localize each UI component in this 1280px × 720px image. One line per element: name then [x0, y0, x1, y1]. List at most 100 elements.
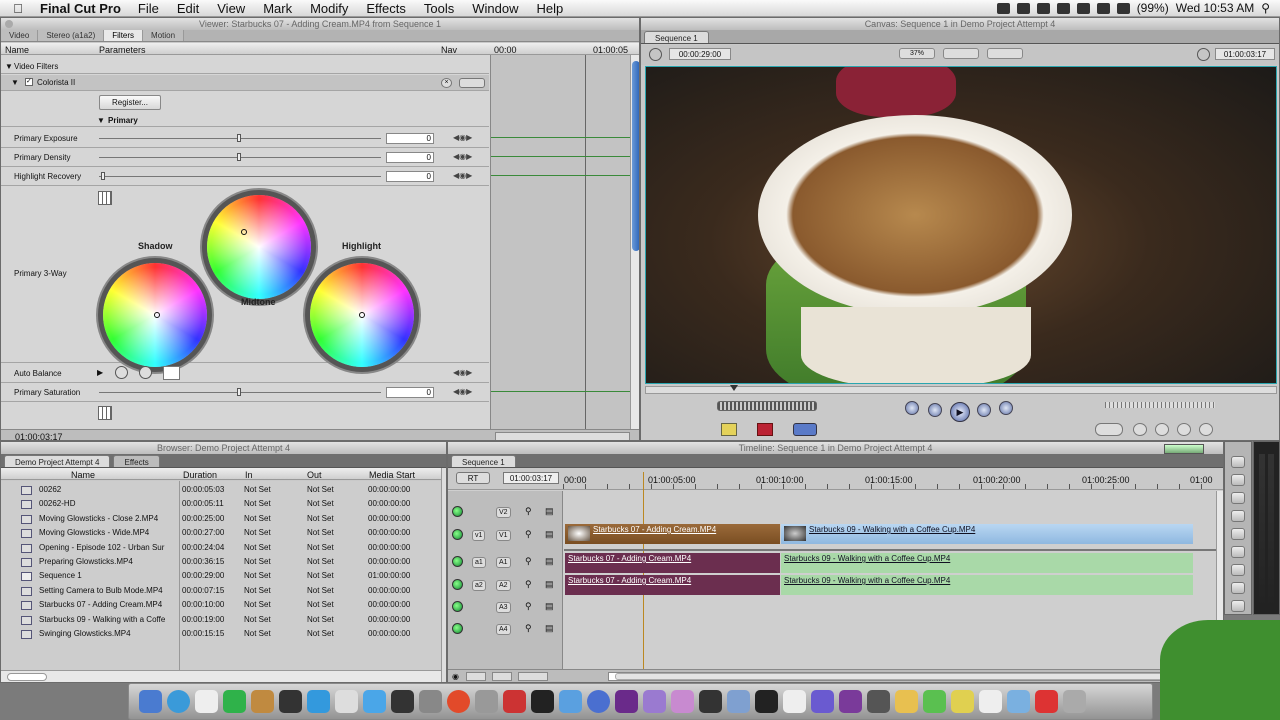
photo-icon[interactable]	[475, 690, 498, 713]
camera-icon[interactable]	[279, 690, 302, 713]
play-icon[interactable]: ▶	[950, 402, 970, 422]
track-selection-tool-icon[interactable]	[1231, 492, 1245, 504]
keyframe-nav-icon[interactable]: ◀◉▶	[453, 171, 477, 182]
keyframe-nav-icon[interactable]: ◀◉▶	[453, 152, 477, 163]
document-icon[interactable]	[979, 690, 1002, 713]
download-icon[interactable]	[223, 690, 246, 713]
tab-video[interactable]: Video	[1, 30, 39, 41]
tab-project[interactable]: Demo Project Attempt 4	[4, 455, 111, 467]
menu-effects[interactable]: Tools	[415, 1, 463, 16]
shadow-color-wheel[interactable]	[103, 263, 207, 367]
final-cut-pro-icon[interactable]	[755, 690, 778, 713]
timeline-hscroll[interactable]	[608, 672, 1208, 681]
highlight-recovery-value-field[interactable]: 0	[386, 171, 434, 182]
compressor-icon[interactable]	[531, 690, 554, 713]
downloads-folder-icon[interactable]	[1007, 690, 1030, 713]
safari-icon[interactable]	[167, 690, 190, 713]
pen-tool-icon[interactable]	[1231, 600, 1245, 612]
ruler-ticks[interactable]	[563, 484, 1213, 489]
finder-icon[interactable]	[139, 690, 162, 713]
list-item[interactable]: Starbucks 09 - Walking with a Coffe 00:00…	[1, 613, 441, 627]
track-label-v1[interactable]: V1	[496, 530, 511, 541]
slider-knob[interactable]	[237, 153, 241, 161]
exposure-slider[interactable]	[99, 134, 381, 142]
utility-icon[interactable]	[419, 690, 442, 713]
audio-meter-toggle[interactable]	[1164, 444, 1204, 454]
jog-control[interactable]	[1105, 402, 1215, 408]
list-item[interactable]: Moving Glowsticks - Close 2.MP4 00:00:25:…	[1, 512, 441, 526]
zoom-control[interactable]	[518, 672, 548, 681]
hscroll-thumb[interactable]	[615, 673, 1195, 680]
tab-motion[interactable]: Motion	[143, 30, 185, 41]
itunes-icon[interactable]	[335, 690, 358, 713]
track-label-v2[interactable]: V2	[496, 507, 511, 518]
density-value-field[interactable]: 0	[386, 152, 434, 163]
list-item[interactable]: Swinging Glowsticks.MP4 00:00:15:15 Not Se…	[1, 627, 441, 641]
col-media-start[interactable]: Media Start	[369, 470, 415, 480]
rt-menu[interactable]: RT	[456, 472, 490, 484]
crop-tool-icon[interactable]	[1231, 582, 1245, 594]
track-enable-a4-icon[interactable]	[452, 623, 463, 634]
lock-icon[interactable]: ⚲	[525, 601, 532, 612]
list-item[interactable]: Moving Glowsticks - Wide.MP4 00:00:27:00 N…	[1, 526, 441, 540]
timeline-timecode-field[interactable]: 01:00:03:17	[503, 472, 559, 484]
playhead-marker[interactable]	[730, 385, 738, 391]
tab-sequence-1[interactable]: Sequence 1	[451, 455, 516, 467]
audio-clip-a2-starbucks-09[interactable]: Starbucks 09 - Walking with a Coffee Cup…	[781, 575, 1193, 595]
roll-tool-icon[interactable]	[1231, 510, 1245, 522]
shadow-puck[interactable]	[154, 312, 161, 318]
tab-filters[interactable]: Filters	[104, 30, 144, 41]
keyframe-nav-icon[interactable]: ◀◉▶	[453, 368, 477, 379]
spotlight-icon[interactable]: ⚲	[1261, 1, 1270, 15]
pen-app-icon[interactable]	[503, 690, 526, 713]
add-marker-icon[interactable]	[1133, 423, 1147, 436]
scroll-thumb[interactable]	[632, 61, 639, 251]
network-icon[interactable]	[559, 690, 582, 713]
midtone-color-wheel[interactable]	[207, 195, 311, 299]
zoom-slider[interactable]	[495, 432, 630, 440]
notes-icon[interactable]	[951, 690, 974, 713]
soundtrack-icon[interactable]	[839, 690, 862, 713]
highlight-color-wheel[interactable]	[310, 263, 414, 367]
mark-clip-icon[interactable]	[1095, 423, 1123, 436]
status-battery-icon[interactable]	[1116, 2, 1130, 14]
status-volume-icon[interactable]	[1096, 2, 1110, 14]
insert-edit-icon[interactable]	[721, 423, 737, 436]
highlight-puck[interactable]	[359, 312, 365, 318]
color-icon[interactable]	[643, 690, 666, 713]
replace-edit-icon[interactable]	[793, 423, 817, 436]
link-icon[interactable]: ▤	[545, 556, 554, 567]
list-item[interactable]: 00262-HD 00:00:05:11 Not Set Not Set 00:00:0…	[1, 497, 441, 511]
highlight-recovery-slider[interactable]	[99, 172, 381, 180]
density-slider[interactable]	[99, 153, 381, 161]
canvas-scrubber[interactable]	[645, 385, 1277, 394]
tab-sequence-1[interactable]: Sequence 1	[644, 31, 709, 43]
eyedropper-icon[interactable]	[115, 366, 128, 379]
skype-icon[interactable]	[363, 690, 386, 713]
play-triangle-icon[interactable]: ▶	[97, 368, 103, 377]
keyframe-graph-area[interactable]	[490, 55, 631, 433]
menu-sequence[interactable]: Effects	[357, 1, 415, 16]
razor-tool-icon[interactable]	[1231, 546, 1245, 558]
system-preferences-icon[interactable]	[727, 690, 750, 713]
list-item[interactable]: 00262 00:00:05:03 Not Set Not Set 00:00:00:0…	[1, 483, 441, 497]
saturation-slider[interactable]	[99, 388, 381, 396]
clip-overlays-icon[interactable]: ◉	[452, 672, 462, 681]
chrome-icon[interactable]	[447, 690, 470, 713]
app-menu[interactable]: Final Cut Pro	[36, 1, 129, 16]
go-to-next-edit-icon[interactable]	[999, 401, 1013, 415]
terminal-icon[interactable]	[391, 690, 414, 713]
menu-view[interactable]: View	[208, 1, 254, 16]
track-enable-a2-icon[interactable]	[452, 579, 463, 590]
filter-enable-checkbox[interactable]: ✓	[25, 78, 33, 86]
audio-clip-a1-starbucks-07[interactable]: Starbucks 07 - Adding Cream.MP4	[565, 553, 780, 573]
lock-icon[interactable]: ⚲	[525, 529, 532, 540]
slider-knob[interactable]	[237, 134, 241, 142]
selection-tool-icon[interactable]	[1231, 456, 1245, 468]
waveform-icon[interactable]	[492, 672, 512, 681]
editor-icon[interactable]	[811, 690, 834, 713]
lock-icon[interactable]: ⚲	[525, 579, 532, 590]
play-in-to-out-icon[interactable]	[928, 403, 942, 417]
list-item[interactable]: Starbucks 07 - Adding Cream.MP4 00:00:10:…	[1, 598, 441, 612]
calendar-icon[interactable]	[195, 690, 218, 713]
